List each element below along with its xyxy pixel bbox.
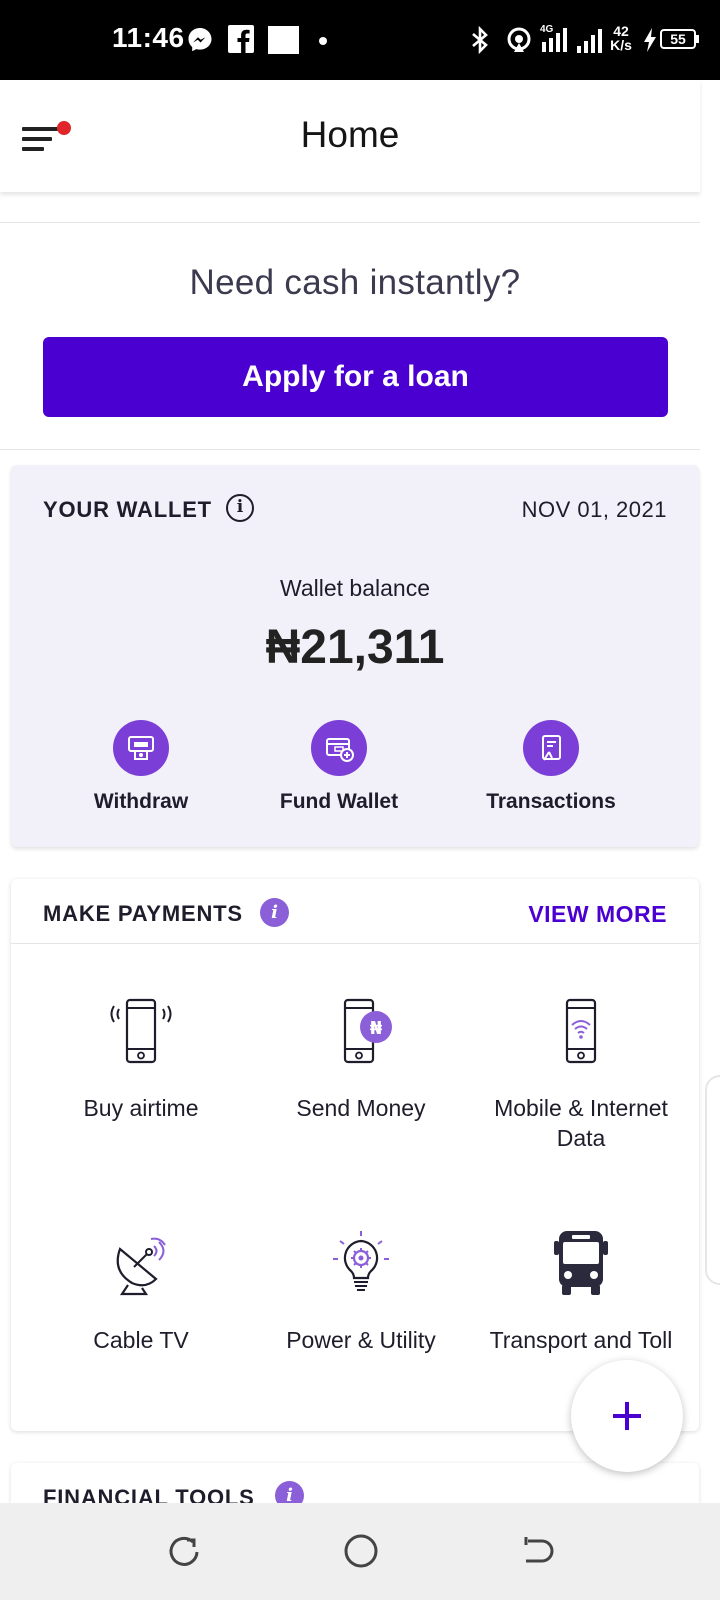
wallet-balance-label: Wallet balance xyxy=(279,575,430,601)
signal-icon xyxy=(577,29,602,53)
power-utility-button[interactable]: Power & Utility xyxy=(251,1229,471,1355)
payments-info-icon[interactable]: i xyxy=(260,898,289,927)
mobile-data-label: Mobile & Internet Data xyxy=(494,1095,668,1151)
wallet-info-icon[interactable]: i xyxy=(226,494,254,522)
buy-airtime-button[interactable]: Buy airtime xyxy=(31,997,251,1123)
bus-icon xyxy=(554,1231,608,1295)
status-bar: 11:46 4G 42 K/s 55 xyxy=(0,0,720,80)
divider xyxy=(0,449,700,450)
fund-wallet-icon xyxy=(311,720,367,776)
view-more-link[interactable]: VIEW MORE xyxy=(528,901,667,928)
cable-tv-label: Cable TV xyxy=(93,1327,189,1353)
wallet-balance: ₦21,311 xyxy=(265,621,445,674)
phone-signal-icon xyxy=(110,998,172,1064)
atm-withdraw-icon xyxy=(113,720,169,776)
apply-loan-button[interactable]: Apply for a loan xyxy=(43,337,668,417)
hotspot-icon xyxy=(507,27,531,52)
app-bar: Home xyxy=(0,80,700,192)
divider xyxy=(0,222,700,223)
promo-headline: Need cash instantly? xyxy=(189,263,521,302)
facebook-icon xyxy=(228,25,254,53)
wallet-header: YOUR WALLET xyxy=(43,497,212,522)
home-icon[interactable] xyxy=(343,1533,379,1569)
battery-icon: 55 xyxy=(660,29,696,49)
buy-airtime-label: Buy airtime xyxy=(83,1095,199,1121)
plus-icon xyxy=(613,1402,641,1430)
transport-toll-button[interactable]: Transport and Toll xyxy=(471,1229,691,1355)
more-notifications-dot-icon xyxy=(319,37,327,45)
bluetooth-icon xyxy=(472,26,488,54)
system-nav-bar xyxy=(0,1503,720,1600)
power-utility-label: Power & Utility xyxy=(286,1327,436,1353)
cable-tv-button[interactable]: Cable TV xyxy=(31,1229,251,1355)
back-icon[interactable] xyxy=(520,1535,554,1569)
page-title: Home xyxy=(300,114,400,155)
transactions-label: Transactions xyxy=(486,790,616,813)
transactions-button[interactable]: Transactions xyxy=(451,720,651,814)
transactions-icon xyxy=(523,720,579,776)
withdraw-label: Withdraw xyxy=(93,790,189,813)
add-fab-button[interactable] xyxy=(571,1360,683,1472)
signal-4g-icon: 4G xyxy=(540,24,567,52)
notification-square-icon xyxy=(268,26,299,54)
wallet-card: YOUR WALLET i NOV 01, 2021 Wallet balanc… xyxy=(11,465,699,847)
phone-wifi-icon xyxy=(565,998,597,1064)
payments-divider xyxy=(11,943,699,944)
lightbulb-icon xyxy=(333,1231,389,1291)
network-speed: 42 K/s xyxy=(608,24,634,52)
naira-symbol: ₦ xyxy=(370,1018,383,1039)
send-money-button[interactable]: ₦ Send Money xyxy=(251,997,471,1123)
battery-level: 55 xyxy=(670,31,686,47)
mobile-data-button[interactable]: Mobile & Internet Data xyxy=(471,997,691,1153)
payments-header: MAKE PAYMENTS xyxy=(43,901,243,926)
network-type-label: 4G xyxy=(540,24,554,35)
fund-wallet-label: Fund Wallet xyxy=(279,790,399,813)
network-speed-unit: K/s xyxy=(610,37,632,53)
satellite-dish-icon xyxy=(116,1237,166,1296)
side-edge-handle[interactable] xyxy=(705,1075,720,1285)
battery-tip xyxy=(696,35,699,43)
make-payments-card: MAKE PAYMENTS i VIEW MORE Buy airtime ₦ … xyxy=(11,879,699,1431)
charging-icon xyxy=(644,28,656,52)
withdraw-button[interactable]: Withdraw xyxy=(41,720,241,814)
financial-tools-card: FINANCIAL TOOLS i xyxy=(11,1463,699,1510)
fund-wallet-button[interactable]: Fund Wallet xyxy=(239,720,439,814)
wallet-date: NOV 01, 2021 xyxy=(521,497,667,522)
messenger-icon xyxy=(188,28,212,52)
status-time: 11:46 xyxy=(112,22,185,53)
send-money-label: Send Money xyxy=(296,1095,426,1121)
phone-naira-icon: ₦ xyxy=(343,998,392,1064)
recent-apps-icon[interactable] xyxy=(167,1535,201,1569)
transport-toll-label: Transport and Toll xyxy=(489,1327,673,1353)
network-speed-value: 42 xyxy=(613,23,629,39)
